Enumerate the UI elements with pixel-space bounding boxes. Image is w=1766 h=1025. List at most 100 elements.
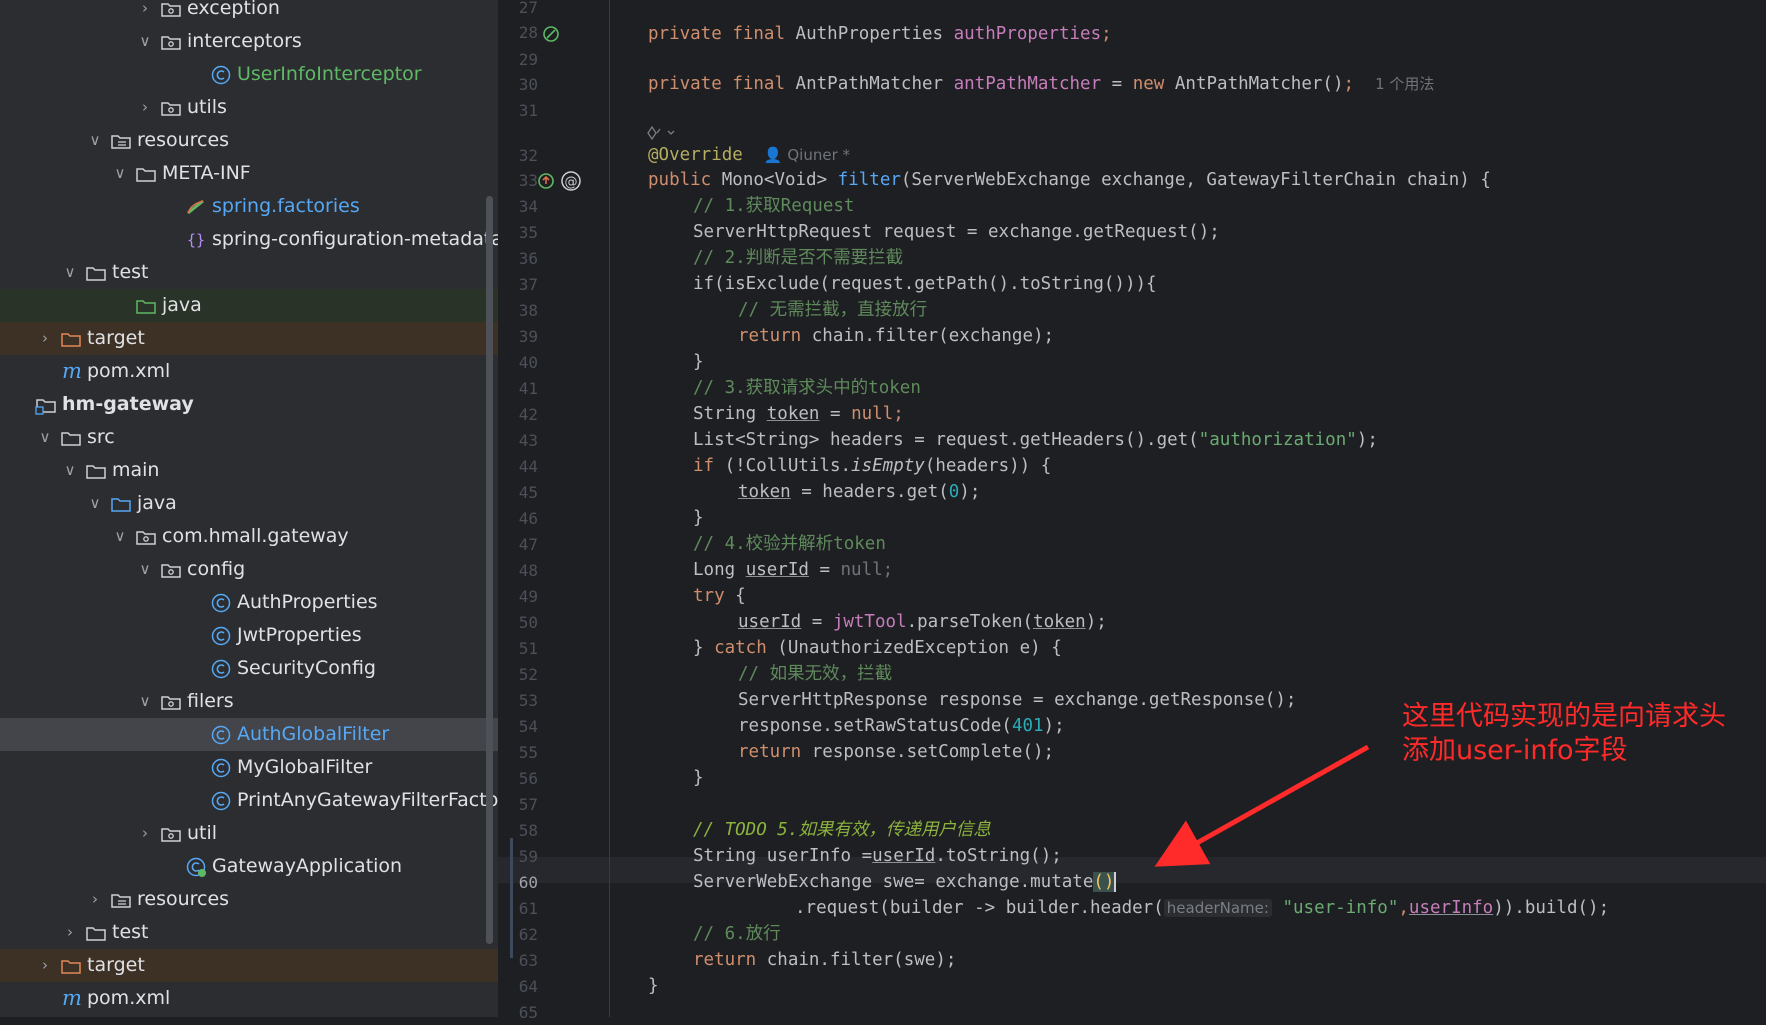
chevron-right-icon[interactable]: › (137, 817, 153, 850)
line-number[interactable]: 29 (498, 47, 538, 72)
tree-item-test[interactable]: › test (0, 916, 498, 949)
line-number[interactable]: 52 (498, 662, 538, 687)
line-number[interactable]: 46 (498, 506, 538, 531)
line-number[interactable]: 59 (498, 844, 538, 869)
line-number[interactable]: 27 (498, 0, 538, 20)
line-number[interactable]: 51 (498, 636, 538, 661)
line-number[interactable]: 31 (498, 98, 538, 123)
line-number[interactable]: 62 (498, 922, 538, 947)
chevron-right-icon[interactable]: › (87, 883, 103, 916)
tree-item-filers[interactable]: ∨ filers (0, 685, 498, 718)
annotation-at-icon[interactable]: @ (560, 170, 582, 192)
line-number[interactable]: 49 (498, 584, 538, 609)
tree-item-utils[interactable]: › utils (0, 91, 498, 124)
tree-item-spring-configuration-metadata-jso[interactable]: {} spring-configuration-metadata.jso (0, 223, 498, 256)
line-number[interactable]: 58 (498, 818, 538, 843)
tree-item-pom-xml[interactable]: m pom.xml (0, 982, 498, 1015)
chevron-right-icon[interactable]: › (62, 916, 78, 949)
line-number[interactable]: 33 (498, 168, 538, 193)
line-number[interactable]: 53 (498, 688, 538, 713)
tree-item-label: exception (187, 0, 280, 19)
code-line-30: private final AntPathMatcher antPathMatc… (648, 74, 1435, 94)
chevron-down-icon[interactable]: ∨ (112, 520, 128, 553)
chevron-right-icon[interactable]: › (37, 322, 53, 355)
chevron-right-icon[interactable]: › (137, 0, 153, 25)
line-number[interactable]: 63 (498, 948, 538, 973)
line-number[interactable]: 45 (498, 480, 538, 505)
line-number[interactable]: 56 (498, 766, 538, 791)
line-number[interactable]: 55 (498, 740, 538, 765)
tree-scrollbar[interactable] (486, 196, 493, 944)
chevron-down-icon[interactable]: ∨ (87, 487, 103, 520)
line-number[interactable]: 42 (498, 402, 538, 427)
tree-item-hm-gateway[interactable]: hm-gateway (0, 388, 498, 421)
line-number[interactable]: 34 (498, 194, 538, 219)
line-number[interactable]: 65 (498, 1000, 538, 1025)
line-number[interactable]: 40 (498, 350, 538, 375)
chevron-right-icon[interactable]: › (37, 949, 53, 982)
line-number[interactable]: 57 (498, 792, 538, 817)
tree-item-pom-xml[interactable]: m pom.xml (0, 355, 498, 388)
code-line-52: // 如果无效，拦截 (738, 664, 893, 684)
tree-item-userinfointerceptor[interactable]: UserInfoInterceptor (0, 58, 498, 91)
tree-item-authproperties[interactable]: AuthProperties (0, 586, 498, 619)
tree-item-spring-factories[interactable]: spring.factories (0, 190, 498, 223)
line-number[interactable]: 36 (498, 246, 538, 271)
tree-item-label: java (162, 294, 202, 316)
line-number[interactable]: 41 (498, 376, 538, 401)
line-number[interactable]: 50 (498, 610, 538, 635)
chevron-down-icon[interactable]: ∨ (62, 454, 78, 487)
chevron-down-icon[interactable]: ∨ (137, 25, 153, 58)
tree-item-java[interactable]: java (0, 289, 498, 322)
chevron-down-icon[interactable]: ∨ (37, 421, 53, 454)
line-number[interactable]: 48 (498, 558, 538, 583)
tree-item-util[interactable]: › util (0, 817, 498, 850)
tree-item-meta-inf[interactable]: ∨ META-INF (0, 157, 498, 190)
tree-item-target[interactable]: › target (0, 949, 498, 982)
line-number[interactable]: 47 (498, 532, 538, 557)
bean-navigation-icon[interactable] (541, 24, 561, 44)
test-source-folder-icon (134, 289, 158, 322)
tree-item-main[interactable]: ∨ main (0, 454, 498, 487)
author-hint[interactable]: 👤 Qiuner * (764, 146, 850, 164)
tree-item-interceptors[interactable]: ∨ interceptors (0, 25, 498, 58)
line-number[interactable]: 39 (498, 324, 538, 349)
line-number[interactable]: 32 (498, 143, 538, 168)
line-number[interactable]: 38 (498, 298, 538, 323)
line-number[interactable]: 64 (498, 974, 538, 999)
tree-item-target[interactable]: › target (0, 322, 498, 355)
chevron-down-icon[interactable]: ∨ (137, 685, 153, 718)
tree-item-src[interactable]: ∨ src (0, 421, 498, 454)
tree-item-com-hmall-gateway[interactable]: ∨ com.hmall.gateway (0, 520, 498, 553)
package-folder-icon (159, 685, 183, 718)
line-number[interactable]: 61 (498, 896, 538, 921)
usages-hint[interactable]: 1 个用法 (1375, 75, 1434, 93)
tree-item-resources[interactable]: ∨ resources (0, 124, 498, 157)
chevron-down-icon[interactable]: ∨ (112, 157, 128, 190)
line-number[interactable]: 28 (498, 20, 538, 45)
line-number[interactable]: 37 (498, 272, 538, 297)
tree-item-java[interactable]: ∨ java (0, 487, 498, 520)
chevron-down-icon[interactable]: ∨ (137, 553, 153, 586)
tree-item-resources[interactable]: › resources (0, 883, 498, 916)
tree-item-authglobalfilter[interactable]: AuthGlobalFilter (0, 718, 498, 751)
line-number[interactable]: 44 (498, 454, 538, 479)
tree-item-printanygatewayfilterfactory[interactable]: PrintAnyGatewayFilterFactory (0, 784, 498, 817)
tree-item-config[interactable]: ∨ config (0, 553, 498, 586)
chevron-down-icon[interactable]: ∨ (87, 124, 103, 157)
line-number[interactable]: 43 (498, 428, 538, 453)
line-number[interactable]: 30 (498, 72, 538, 97)
tree-item-exception[interactable]: › exception (0, 0, 498, 25)
line-number[interactable]: 35 (498, 220, 538, 245)
override-method-icon[interactable] (536, 170, 558, 192)
tree-item-jwtproperties[interactable]: JwtProperties (0, 619, 498, 652)
tree-item-securityconfig[interactable]: SecurityConfig (0, 652, 498, 685)
vcs-change-marker[interactable] (510, 838, 513, 958)
chevron-down-icon[interactable]: ∨ (62, 256, 78, 289)
chevron-right-icon[interactable]: › (137, 91, 153, 124)
tree-item-myglobalfilter[interactable]: MyGlobalFilter (0, 751, 498, 784)
line-number[interactable]: 60 (498, 870, 538, 895)
line-number[interactable]: 54 (498, 714, 538, 739)
tree-item-test[interactable]: ∨ test (0, 256, 498, 289)
tree-item-gatewayapplication[interactable]: GatewayApplication (0, 850, 498, 883)
